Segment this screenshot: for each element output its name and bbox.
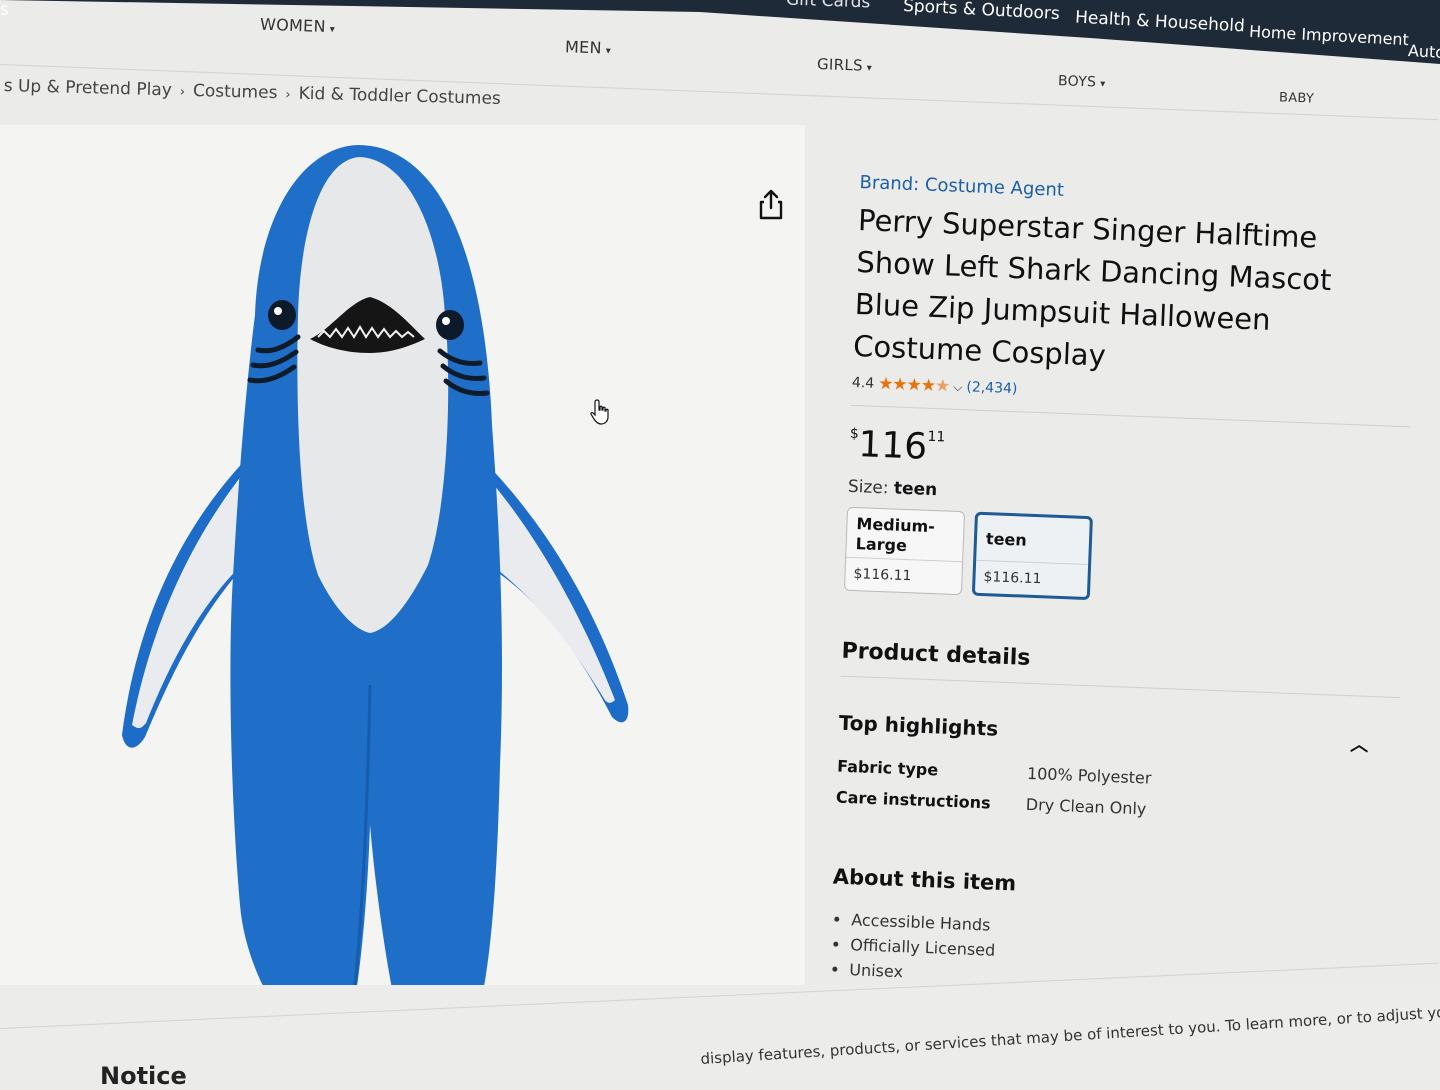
- product-title: Perry Superstar Singer Halftime Show Lef…: [852, 202, 1333, 373]
- share-icon[interactable]: [756, 188, 786, 222]
- category-baby-label: BABY: [1278, 90, 1315, 107]
- size-option-teen[interactable]: teen $116.11: [971, 511, 1093, 601]
- top-highlights-toggle[interactable]: Top highlights ︿: [838, 711, 1369, 757]
- top-highlights-heading: Top highlights: [838, 710, 999, 741]
- top-nav-bar: s Gift Cards Sports & Outdoors Health & …: [0, 0, 1440, 64]
- rating-count-link[interactable]: (2,434): [966, 379, 1018, 397]
- detail-value: 100% Polyester: [1026, 763, 1152, 788]
- chevron-down-icon: ▾: [329, 24, 336, 36]
- rating-value: 4.4: [851, 374, 875, 392]
- breadcrumb-item-costumes[interactable]: Costumes: [193, 81, 278, 103]
- category-baby[interactable]: BABY: [1279, 90, 1315, 106]
- product-image-panel[interactable]: [0, 125, 805, 1025]
- notice-heading: Notice: [100, 1062, 187, 1090]
- size-option-price: $116.11: [974, 559, 1089, 598]
- price: $11611: [849, 424, 1410, 486]
- size-selected-value: teen: [893, 478, 938, 501]
- star-rating-icon[interactable]: ★★★★★: [878, 374, 950, 397]
- chevron-up-icon[interactable]: ︿: [1350, 730, 1369, 757]
- size-option-name: teen: [985, 529, 1028, 550]
- price-fraction: 11: [927, 428, 946, 446]
- size-option-price: $116.11: [844, 556, 963, 595]
- chevron-down-icon[interactable]: ⌵: [953, 379, 963, 394]
- size-swatches: Medium-Large $116.11 teen $116.11: [843, 506, 1407, 612]
- category-women-label: WOMEN: [259, 14, 327, 36]
- category-girls-label: GIRLS: [816, 55, 864, 75]
- category-men-label: MEN: [564, 37, 603, 58]
- size-label: Size:: [847, 476, 889, 499]
- category-women[interactable]: WOMEN ▾: [260, 15, 336, 37]
- size-option-name: Medium-Large: [855, 514, 936, 556]
- hand-cursor-icon: [590, 399, 609, 425]
- breadcrumb-separator: ›: [285, 87, 291, 103]
- detail-value: Dry Clean Only: [1025, 794, 1147, 819]
- size-option-medium-large[interactable]: Medium-Large $116.11: [843, 506, 966, 596]
- chevron-down-icon: ▾: [1100, 78, 1106, 90]
- shark-costume-image: [122, 145, 629, 1018]
- chevron-down-icon: ▾: [605, 45, 612, 57]
- category-boys-label: BOYS: [1057, 73, 1097, 91]
- detail-key: Fabric type: [836, 756, 939, 780]
- breadcrumb-item-kid-toddler-costumes[interactable]: Kid & Toddler Costumes: [298, 84, 501, 109]
- category-men[interactable]: MEN ▾: [565, 37, 612, 58]
- nav-auto[interactable]: Auto: [1408, 41, 1440, 62]
- detail-key: Care instructions: [835, 787, 991, 813]
- about-this-item-heading: About this item: [832, 864, 1017, 896]
- category-boys[interactable]: BOYS ▾: [1058, 73, 1106, 91]
- product-info: Brand: Costume Agent Perry Superstar Sin…: [829, 172, 1420, 1003]
- category-girls[interactable]: GIRLS ▾: [817, 55, 873, 75]
- nav-left-fragment[interactable]: s: [0, 0, 9, 20]
- breadcrumb-item-pretend-play[interactable]: s Up & Pretend Play: [3, 76, 172, 100]
- price-whole: 116: [857, 424, 928, 468]
- chevron-down-icon: ▾: [866, 62, 873, 74]
- breadcrumb-separator: ›: [179, 84, 186, 100]
